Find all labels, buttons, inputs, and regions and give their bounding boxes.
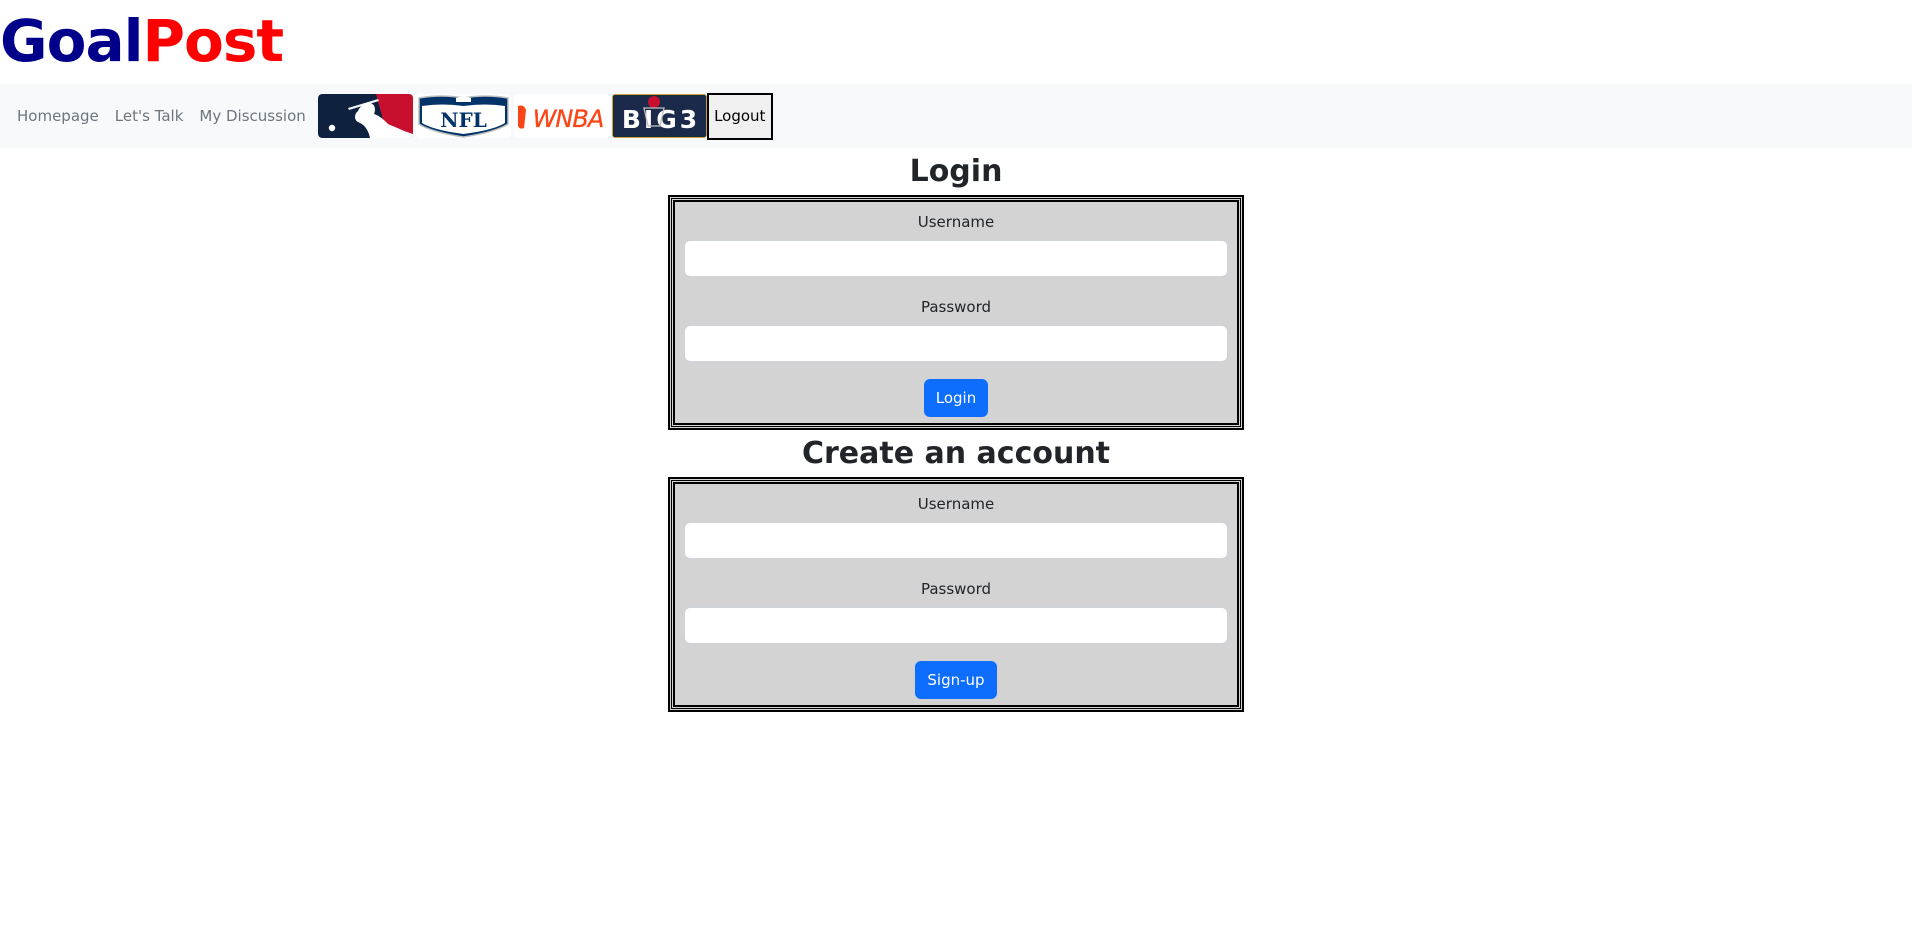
login-username-input[interactable]: [684, 240, 1228, 277]
login-username-label: Username: [917, 213, 995, 231]
nfl-logo[interactable]: NFL: [415, 94, 511, 138]
brand-post: Post: [142, 7, 284, 75]
league-logos: NFL WNBA BIG3: [317, 94, 710, 138]
login-button[interactable]: Login: [923, 379, 989, 417]
nav-link-my-discussion[interactable]: My Discussion: [199, 107, 305, 125]
signup-form: Username Password Sign-up: [668, 477, 1244, 712]
mlb-logo[interactable]: [317, 94, 413, 138]
brand-header: GoalPost: [0, 0, 1912, 84]
signup-button[interactable]: Sign-up: [915, 661, 997, 699]
nfl-logo-text: NFL: [440, 108, 487, 132]
signup-password-input[interactable]: [684, 607, 1228, 644]
signup-username-label: Username: [917, 495, 995, 513]
logout-button[interactable]: Logout: [706, 92, 773, 140]
login-form: Username Password Login: [668, 195, 1244, 430]
signup-title: Create an account: [801, 436, 1111, 471]
nav-link-homepage[interactable]: Homepage: [17, 107, 99, 125]
signup-username-input[interactable]: [684, 522, 1228, 559]
navbar: Homepage Let's Talk My Discussion NFL WN…: [0, 84, 1912, 148]
brand-logo[interactable]: GoalPost: [0, 12, 284, 70]
signup-password-label: Password: [920, 580, 992, 598]
wnba-logo-text: WNBA: [532, 105, 603, 133]
login-password-input[interactable]: [684, 325, 1228, 362]
wnba-logo[interactable]: WNBA: [513, 94, 609, 138]
login-password-label: Password: [920, 298, 992, 316]
main-content: Login Username Password Login Create an …: [0, 148, 1912, 712]
nav-link-lets-talk[interactable]: Let's Talk: [115, 107, 184, 125]
login-title: Login: [909, 154, 1003, 189]
big3-logo[interactable]: BIG3: [611, 94, 707, 138]
brand-goal: Goal: [0, 7, 143, 75]
